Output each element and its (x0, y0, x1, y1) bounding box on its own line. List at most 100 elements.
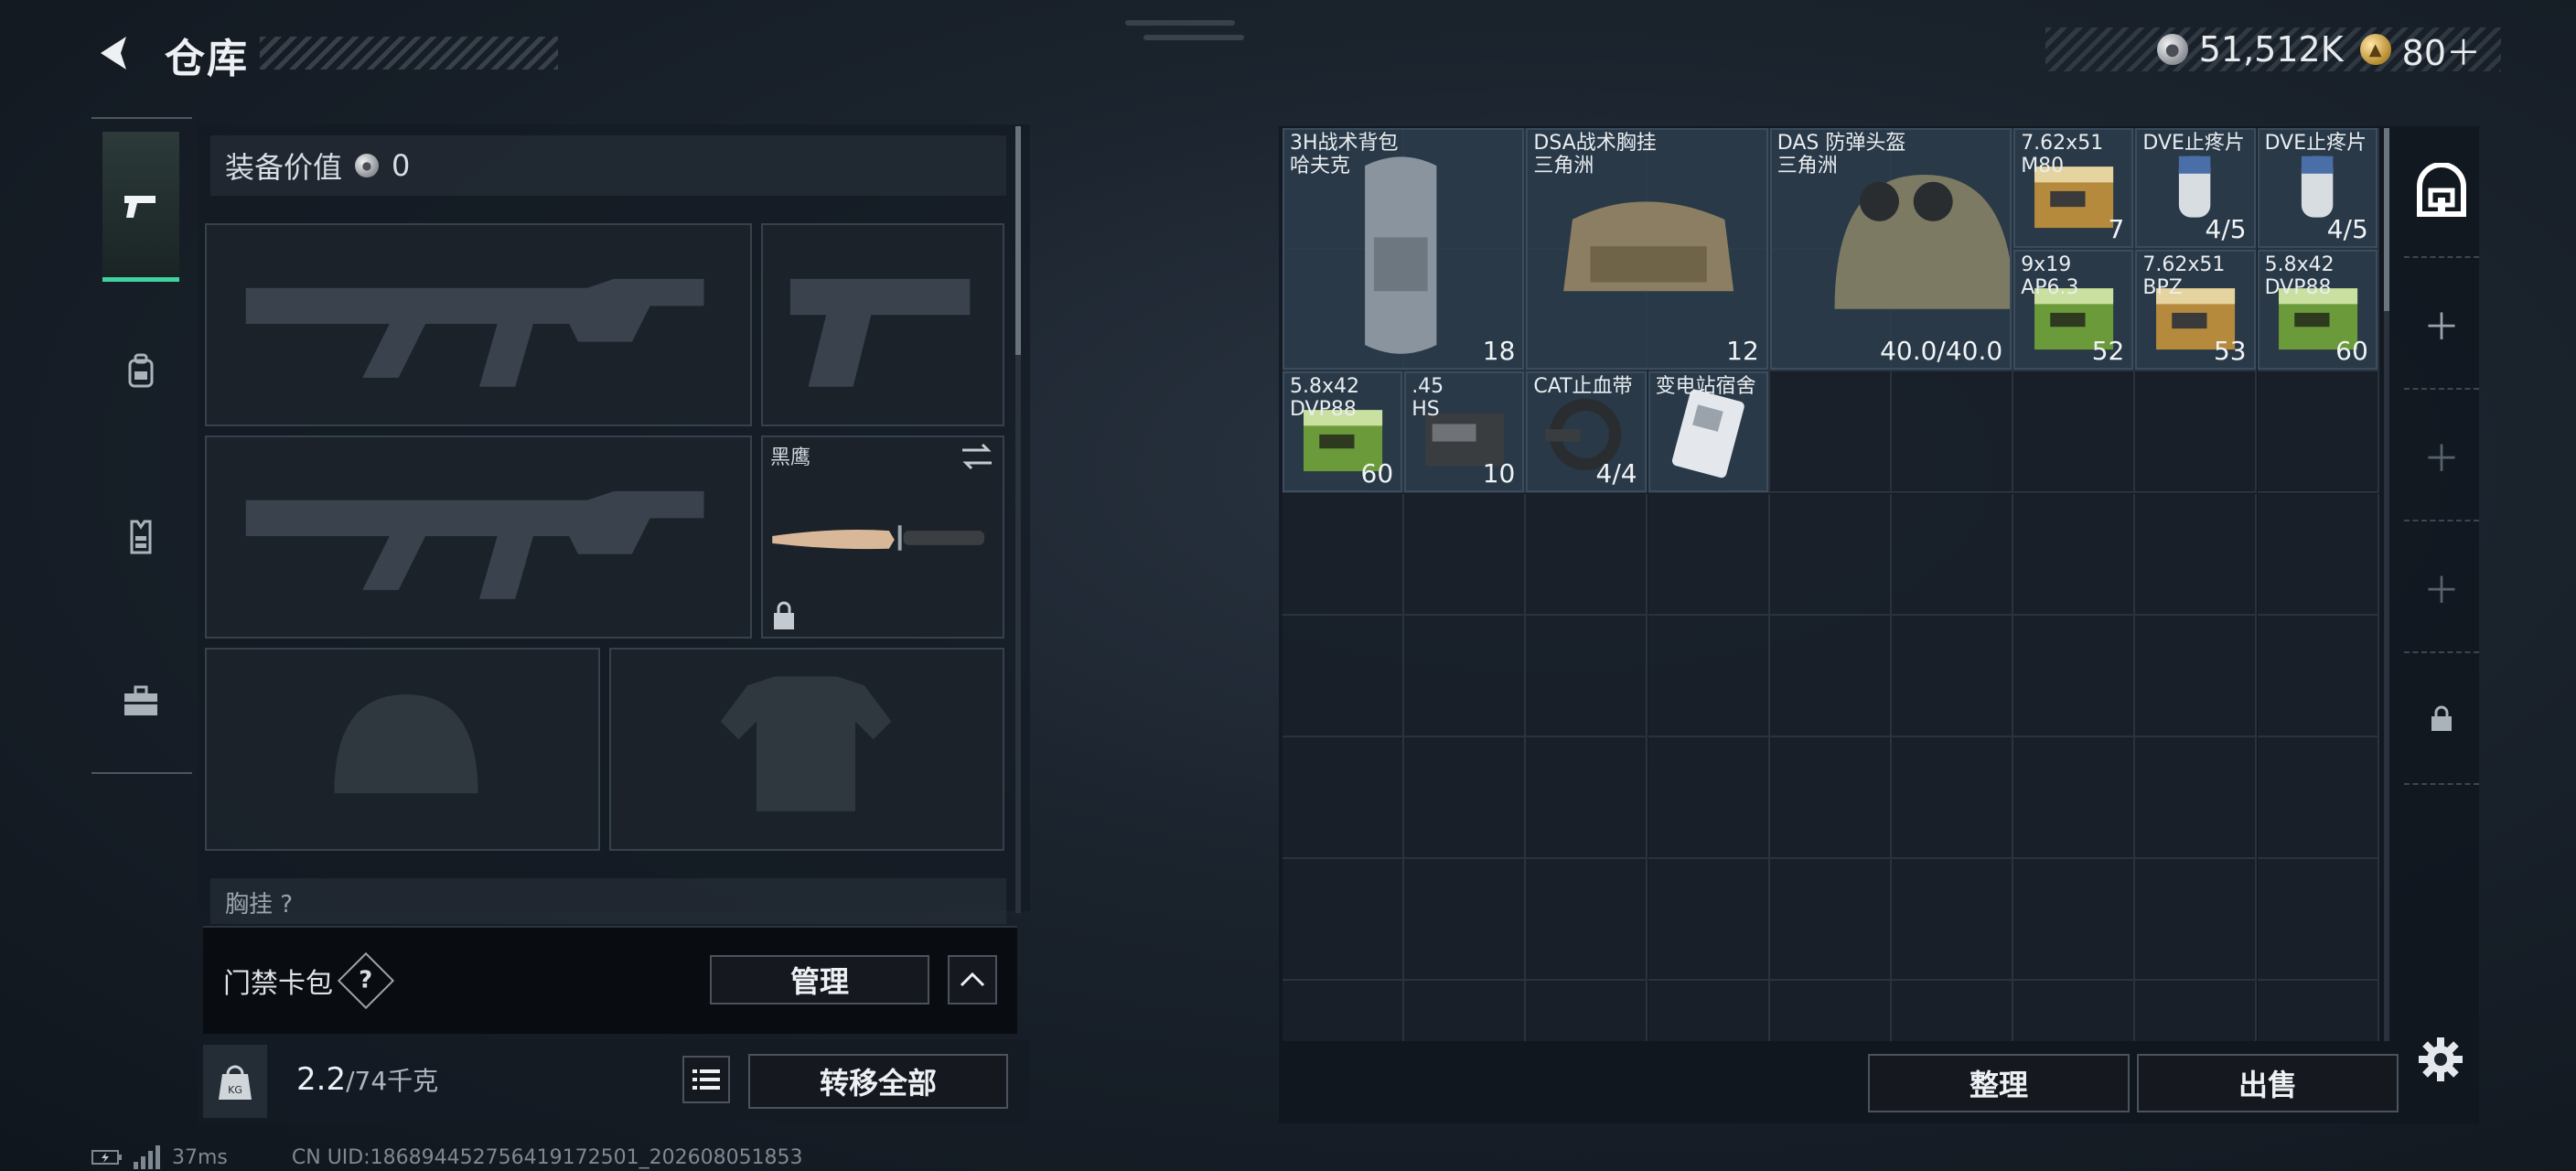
grid-cell[interactable] (1648, 859, 1770, 982)
nav-item-kit[interactable] (102, 626, 179, 776)
equipment-scroll-thumb[interactable] (1015, 126, 1021, 355)
grid-cell[interactable] (2135, 371, 2258, 494)
container-tab-stash[interactable] (2404, 128, 2479, 258)
silver-currency[interactable]: ● 51,512K (2156, 29, 2344, 70)
add-container-button[interactable]: ＋ (2404, 392, 2479, 521)
gold-currency[interactable]: ▲ 80＋ (2359, 25, 2481, 75)
item-quantity: 12 (1726, 336, 1759, 367)
add-container-button[interactable]: ＋ (2404, 260, 2479, 390)
backpack-icon (128, 353, 154, 388)
nav-item-vest[interactable] (102, 461, 179, 611)
grid-cell[interactable] (1892, 371, 2013, 494)
grid-cell[interactable] (2257, 493, 2379, 616)
back-button[interactable] (88, 27, 143, 79)
grid-cell[interactable] (1526, 493, 1648, 616)
grid-cell[interactable] (2013, 981, 2136, 1041)
grid-cell[interactable] (2013, 615, 2136, 737)
grid-cell[interactable] (1283, 859, 1404, 982)
grid-cell[interactable] (2257, 615, 2379, 737)
grid-cell[interactable] (1404, 615, 1527, 737)
locked-container-slot[interactable] (2404, 655, 2479, 785)
grid-cell[interactable] (1526, 981, 1648, 1041)
chest-rig-row[interactable]: 胸挂 ? (210, 878, 1006, 924)
grid-cell[interactable] (1283, 493, 1404, 616)
grid-cell[interactable] (2257, 371, 2379, 494)
inventory-item[interactable]: 3H战术背包 哈夫克 18 (1283, 128, 1525, 371)
grid-cell[interactable] (1404, 859, 1527, 982)
grid-cell[interactable] (1892, 615, 2013, 737)
grid-cell[interactable] (2013, 493, 2136, 616)
grid-cell[interactable] (2135, 737, 2258, 859)
grid-cell[interactable] (2135, 981, 2258, 1041)
inventory-item[interactable]: 7.62x51 M80 7 (2013, 128, 2134, 249)
grid-cell[interactable] (2135, 859, 2258, 982)
item-name: 3H战术背包 哈夫克 (1290, 132, 1399, 177)
grid-cell[interactable] (1769, 981, 1892, 1041)
help-icon[interactable]: ? (337, 951, 395, 1010)
secondary-weapon-slot[interactable] (205, 435, 752, 639)
grid-cell[interactable] (2257, 859, 2379, 982)
grid-cell[interactable] (2135, 493, 2258, 616)
grid-cell[interactable] (1404, 737, 1527, 859)
inventory-item[interactable]: 7.62x51 BPZ 53 (2135, 250, 2256, 371)
inventory-item[interactable]: 5.8x42 DVP88 60 (1283, 371, 1403, 492)
inventory-item[interactable]: DAS 防弹头盔 三角洲 40.0/40.0 (1769, 128, 2012, 371)
grid-cell[interactable] (1769, 859, 1892, 982)
inventory-scroll-thumb[interactable] (2384, 128, 2389, 311)
grid-cell[interactable] (1892, 493, 2013, 616)
inventory-item[interactable]: 变电站宿舍 (1648, 371, 1768, 492)
inventory-item[interactable]: DSA战术胸挂 三角洲 12 (1526, 128, 1768, 371)
grid-cell[interactable] (2257, 737, 2379, 859)
sort-button[interactable]: 整理 (1868, 1054, 2130, 1112)
armor-slot[interactable] (609, 648, 1004, 851)
grid-cell[interactable] (2013, 737, 2136, 859)
grid-cell[interactable] (1283, 737, 1404, 859)
grid-cell[interactable] (1526, 859, 1648, 982)
grid-cell[interactable] (1769, 737, 1892, 859)
nav-item-backpack[interactable] (102, 296, 179, 446)
inventory-item[interactable]: DVE止疼片 4/5 (2257, 128, 2377, 249)
grid-cell[interactable] (2013, 859, 2136, 982)
primary-weapon-slot[interactable] (205, 223, 752, 426)
list-view-button[interactable] (682, 1056, 730, 1103)
sell-button[interactable]: 出售 (2137, 1054, 2399, 1112)
sidearm-slot[interactable] (761, 223, 1004, 426)
grid-cell[interactable] (1648, 737, 1770, 859)
item-quantity: 4/5 (2326, 214, 2368, 245)
item-name: 9x19 AP6.3 (2021, 253, 2079, 300)
grid-cell[interactable] (2257, 981, 2379, 1041)
grid-cell[interactable] (1769, 493, 1892, 616)
grid-cell[interactable] (1526, 737, 1648, 859)
grid-cell[interactable] (2135, 615, 2258, 737)
inventory-item[interactable]: 9x19 AP6.3 52 (2013, 250, 2134, 371)
collapse-button[interactable] (948, 955, 997, 1004)
grid-cell[interactable] (1404, 493, 1527, 616)
grid-cell[interactable] (2013, 371, 2136, 494)
grid-cell[interactable] (1769, 615, 1892, 737)
inventory-item[interactable]: .45 HS 10 (1404, 371, 1525, 492)
grid-cell[interactable] (1648, 615, 1770, 737)
grid-cell[interactable] (1892, 859, 2013, 982)
weight-readout: 2.2/74千克 (296, 1061, 438, 1098)
vest-icon (130, 520, 152, 554)
item-name: 变电站宿舍 (1655, 375, 1756, 399)
helmet-slot[interactable] (205, 648, 600, 851)
grid-cell[interactable] (1648, 981, 1770, 1041)
grid-cell[interactable] (1283, 615, 1404, 737)
grid-cell[interactable] (1283, 981, 1404, 1041)
grid-cell[interactable] (1526, 615, 1648, 737)
grid-cell[interactable] (1404, 981, 1527, 1041)
add-container-button[interactable]: ＋ (2404, 523, 2479, 653)
grid-cell[interactable] (1892, 981, 2013, 1041)
inventory-item[interactable]: 5.8x42 DVP88 60 (2257, 250, 2377, 371)
manage-button[interactable]: 管理 (710, 955, 929, 1004)
melee-slot[interactable]: 黑鹰 (761, 435, 1004, 639)
grid-cell[interactable] (1648, 493, 1770, 616)
nav-item-weapons[interactable] (102, 132, 179, 282)
inventory-item[interactable]: CAT止血带 4/4 (1526, 371, 1647, 492)
inventory-item[interactable]: DVE止疼片 4/5 (2135, 128, 2256, 249)
transfer-all-button[interactable]: 转移全部 (748, 1054, 1008, 1109)
grid-cell[interactable] (1769, 371, 1892, 494)
settings-button[interactable] (2415, 1034, 2466, 1085)
grid-cell[interactable] (1892, 737, 2013, 859)
